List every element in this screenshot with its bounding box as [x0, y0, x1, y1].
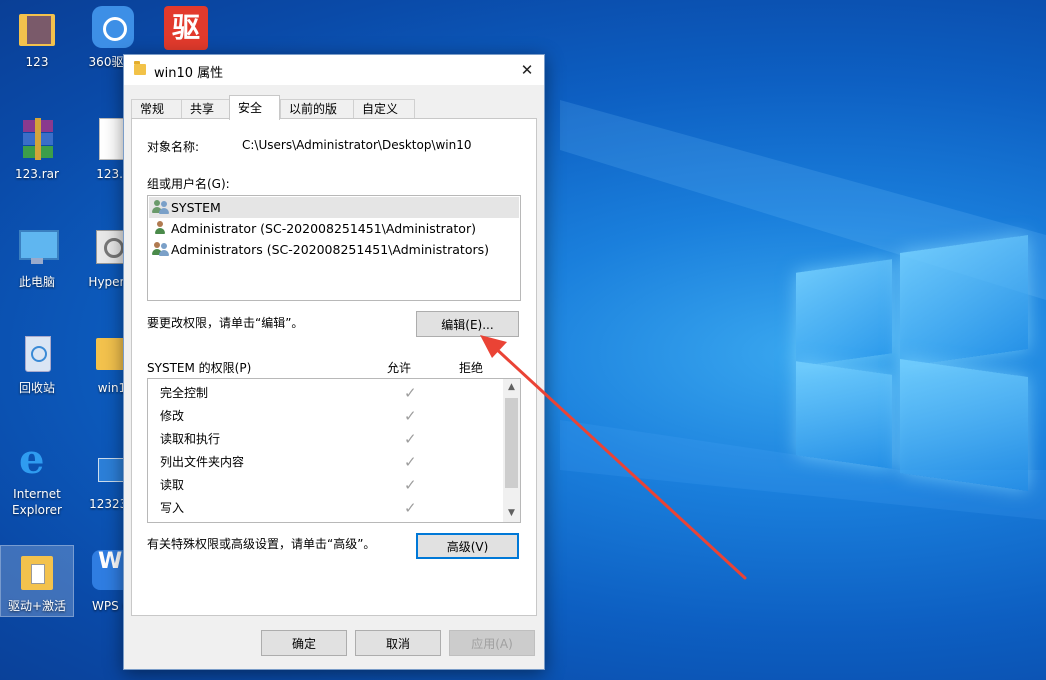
ok-button[interactable]: 确定 [261, 630, 347, 656]
desktop-icon-driver-activation[interactable]: 驱动+激活 [0, 545, 74, 617]
object-name-label: 对象名称: [147, 140, 200, 154]
cancel-button[interactable]: 取消 [355, 630, 441, 656]
check-icon: ✓ [404, 453, 417, 471]
apply-button[interactable]: 应用(A) [449, 630, 535, 656]
object-name-value: C:\Users\Administrator\Desktop\win10 [242, 138, 472, 152]
check-icon: ✓ [404, 499, 417, 517]
user-listbox[interactable]: SYSTEM Administrator (SC-202008251451\Ad… [147, 195, 521, 301]
permissions-list[interactable]: 完全控制 ✓ 修改 ✓ 读取和执行 ✓ 列出文件夹内容 ✓ 读取 ✓ 写入 ✓ [147, 378, 521, 523]
tab-general[interactable]: 常规 [131, 99, 182, 119]
deny-column-header: 拒绝 [459, 361, 484, 375]
windows-logo-wallpaper [796, 235, 1031, 491]
folder-icon [15, 6, 59, 50]
close-button[interactable]: ✕ [510, 55, 544, 85]
permission-row: 读取和执行 ✓ [160, 428, 500, 451]
check-icon: ✓ [404, 476, 417, 494]
computer-icon [15, 226, 59, 270]
change-permissions-hint: 要更改权限，请单击“编辑”。 [147, 316, 304, 330]
permission-row: 读取 ✓ [160, 474, 500, 497]
desktop-icon-123-rar[interactable]: 123.rar [1, 118, 73, 182]
permission-row: 修改 ✓ [160, 405, 500, 428]
scroll-up-arrow-icon[interactable]: ▲ [503, 379, 520, 396]
tab-customize[interactable]: 自定义 [353, 99, 415, 119]
permission-row: 写入 ✓ [160, 497, 500, 520]
list-item-administrator[interactable]: Administrator (SC-202008251451\Administr… [149, 218, 519, 239]
permission-row: 完全控制 ✓ [160, 382, 500, 405]
advanced-settings-hint: 有关特殊权限或高级设置，请单击“高级”。 [147, 537, 376, 551]
user-icon [153, 221, 169, 235]
360-driver-icon [90, 6, 134, 50]
title-bar[interactable]: win10 属性 ✕ [124, 55, 544, 85]
desktop-icon-internet-explorer[interactable]: e Internet Explorer [1, 438, 73, 518]
desktop-icon-qu-app[interactable]: 驱 [150, 6, 222, 54]
check-icon: ✓ [404, 407, 417, 425]
check-icon: ✓ [404, 430, 417, 448]
folder-icon [15, 550, 59, 594]
list-item-system[interactable]: SYSTEM [149, 197, 519, 218]
user-group-icon [152, 242, 169, 256]
rar-archive-icon [15, 118, 59, 162]
folder-icon [134, 61, 146, 75]
advanced-button[interactable]: 高级(V) [416, 533, 519, 559]
check-icon: ✓ [404, 384, 417, 402]
tab-previous-versions[interactable]: 以前的版本 [280, 99, 356, 135]
scroll-thumb[interactable] [505, 398, 518, 488]
desktop-icon-recycle-bin[interactable]: 回收站 [1, 332, 73, 396]
security-tab-panel: 对象名称: C:\Users\Administrator\Desktop\win… [131, 118, 537, 616]
allow-column-header: 允许 [387, 361, 412, 375]
permissions-header: SYSTEM 的权限(P) [147, 361, 252, 375]
tab-sharing[interactable]: 共享 [181, 99, 232, 119]
permission-row: 列出文件夹内容 ✓ [160, 451, 500, 474]
dialog-title: win10 属性 [154, 66, 224, 81]
properties-dialog: win10 属性 ✕ 常规 共享 安全 以前的版本 自定义 对象名称: C:\U… [123, 54, 545, 670]
internet-explorer-icon: e [19, 436, 45, 483]
desktop-icon-this-pc[interactable]: 此电脑 [1, 226, 73, 290]
list-item-administrators[interactable]: Administrators (SC-202008251451\Administ… [149, 239, 519, 260]
group-or-user-label: 组或用户名(G): [147, 177, 230, 191]
desktop-icon-123-folder[interactable]: 123 [1, 6, 73, 70]
scroll-down-arrow-icon[interactable]: ▼ [503, 505, 520, 522]
edit-button[interactable]: 编辑(E)... [416, 311, 519, 337]
user-group-icon [152, 200, 169, 214]
recycle-bin-icon [15, 332, 59, 376]
qu-app-icon: 驱 [164, 6, 208, 50]
permissions-scrollbar[interactable]: ▲ ▼ [503, 379, 520, 522]
tab-security[interactable]: 安全 [229, 95, 280, 120]
